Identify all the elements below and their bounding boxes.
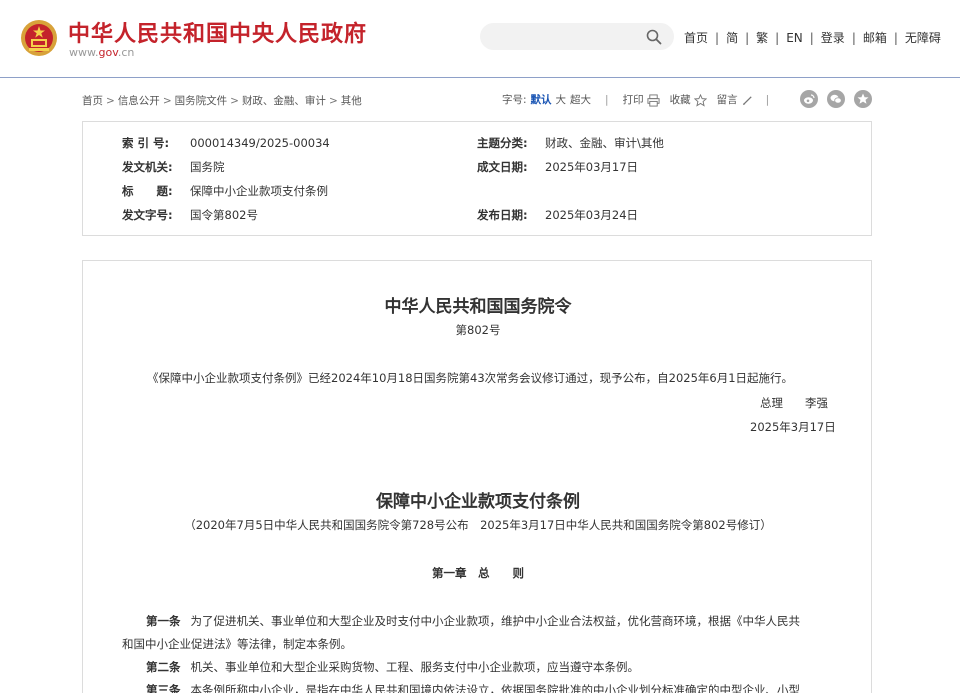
favorite-button[interactable]: 收藏 bbox=[670, 92, 707, 107]
weibo-share-icon[interactable] bbox=[800, 90, 818, 108]
nav-traditional[interactable]: 繁 bbox=[756, 31, 768, 45]
article-3-label: 第三条 bbox=[146, 683, 181, 693]
meta-title-value: 保障中小企业款项支付条例 bbox=[190, 184, 328, 198]
comment-button[interactable]: 留言 bbox=[717, 92, 754, 107]
meta-index-label: 索 引 号: bbox=[122, 136, 170, 150]
national-emblem-icon[interactable] bbox=[20, 18, 58, 58]
document-body: 中华人民共和国国务院令 第802号 《保障中小企业款项支付条例》已经2024年1… bbox=[82, 260, 872, 693]
site-title[interactable]: 中华人民共和国中央人民政府 bbox=[68, 16, 367, 48]
article-3-text: 本条例所称中小企业，是指在中华人民共和国境内依法设立，依据国务院批准的中小企业划… bbox=[190, 683, 801, 693]
page-tools: 字号: 默认 大 超大 | 打印 收藏 留言 | bbox=[502, 92, 777, 107]
order-number: 第802号 bbox=[455, 323, 501, 337]
article-1-label: 第一条 bbox=[146, 614, 181, 628]
printer-icon bbox=[647, 93, 660, 107]
meta-published-label: 发布日期: bbox=[477, 208, 528, 222]
nav-divider: | bbox=[775, 31, 780, 45]
meta-issuer-value: 国务院 bbox=[190, 160, 225, 174]
order-title: 中华人民共和国国务院令 bbox=[384, 297, 572, 317]
meta-created-label: 成文日期: bbox=[477, 160, 528, 174]
site-header: 中华人民共和国中央人民政府 www.gov.cn 首页 | 简 | 繁 | EN | 登录 | 邮箱… bbox=[0, 0, 960, 78]
breadcrumb-other[interactable]: 其他 bbox=[341, 95, 362, 107]
signer: 总理 李强 bbox=[760, 395, 828, 411]
meta-title: 标 题: 保障中小企业款项支付条例 bbox=[122, 183, 328, 199]
site-url: www.gov.cn bbox=[69, 46, 134, 59]
sign-date: 2025年3月17日 bbox=[750, 420, 836, 434]
regulation-title: 保障中小企业款项支付条例 bbox=[376, 492, 580, 512]
meta-index-value: 000014349/2025-00034 bbox=[190, 136, 330, 150]
meta-topic: 主题分类: 财政、金融、审计\其他 bbox=[477, 135, 664, 151]
font-size-large[interactable]: 大 bbox=[556, 92, 567, 107]
document-metadata: 索 引 号: 000014349/2025-00034 主题分类: 财政、金融、审计… bbox=[82, 121, 872, 236]
url-prefix: www. bbox=[69, 46, 99, 59]
meta-docno: 发文字号: 国令第802号 bbox=[122, 207, 258, 223]
url-brand: gov bbox=[98, 46, 118, 59]
wechat-share-icon[interactable] bbox=[827, 90, 845, 108]
breadcrumb-finance[interactable]: 财政、金融、审计 bbox=[242, 95, 326, 107]
font-size-default[interactable]: 默认 bbox=[531, 92, 552, 107]
nav-divider: | bbox=[893, 31, 898, 45]
url-suffix: .cn bbox=[117, 46, 135, 59]
tools-divider: | bbox=[605, 93, 609, 106]
tools-divider: | bbox=[765, 93, 770, 106]
nav-divider: | bbox=[851, 31, 856, 45]
announcement: 《保障中小企业款项支付条例》已经2024年10月18日国务院第43次常务会议修订… bbox=[147, 371, 794, 385]
print-label: 打印 bbox=[622, 94, 644, 106]
nav-divider: | bbox=[809, 31, 814, 45]
font-size-label: 字号: bbox=[502, 94, 527, 106]
article-3: 第三条 本条例所称中小企业，是指在中华人民共和国境内依法设立，依据国务院批准的中小… bbox=[146, 682, 800, 693]
article-2-text: 机关、事业单位和大型企业采购货物、工程、服务支付中小企业款项，应当遵守本条例。 bbox=[190, 660, 640, 674]
signer-title: 总理 bbox=[760, 396, 783, 410]
print-button[interactable]: 打印 bbox=[623, 92, 660, 107]
nav-divider: | bbox=[715, 31, 720, 45]
nav-simplified[interactable]: 简 bbox=[726, 31, 738, 45]
article-1-text: 为了促进机关、事业单位和大型企业及时支付中小企业款项，维护中小企业合法权益，优化… bbox=[190, 614, 801, 628]
breadcrumb-info-public[interactable]: 信息公开 bbox=[118, 95, 160, 107]
star-icon bbox=[693, 93, 707, 107]
article-2-label: 第二条 bbox=[146, 660, 181, 674]
meta-published: 发布日期: 2025年03月24日 bbox=[477, 207, 638, 223]
favorite-share-icon[interactable] bbox=[854, 90, 872, 108]
chapter-heading: 第一章 总 则 bbox=[432, 566, 524, 580]
meta-published-value: 2025年03月24日 bbox=[545, 208, 639, 222]
nav-home[interactable]: 首页 bbox=[684, 31, 708, 45]
pencil-icon bbox=[742, 95, 752, 105]
article-2: 第二条 机关、事业单位和大型企业采购货物、工程、服务支付中小企业款项，应当遵守本条… bbox=[146, 659, 639, 675]
meta-topic-value: 财政、金融、审计\其他 bbox=[545, 136, 664, 150]
nav-login[interactable]: 登录 bbox=[821, 31, 845, 45]
breadcrumb-state-council-docs[interactable]: 国务院文件 bbox=[175, 95, 228, 107]
breadcrumb-home[interactable]: 首页 bbox=[82, 95, 103, 107]
meta-docno-value: 国令第802号 bbox=[190, 208, 258, 222]
nav-divider: | bbox=[745, 31, 750, 45]
favorite-label: 收藏 bbox=[669, 94, 691, 106]
search-input[interactable] bbox=[480, 23, 674, 50]
breadcrumb-separator: > bbox=[328, 95, 338, 107]
article-1-continued: 和国中小企业促进法》等法律，制定本条例。 bbox=[122, 637, 352, 651]
nav-accessibility[interactable]: 无障碍 bbox=[905, 31, 941, 45]
meta-index: 索 引 号: 000014349/2025-00034 bbox=[122, 135, 330, 151]
signer-name: 李强 bbox=[805, 396, 828, 410]
breadcrumb: 首页 > 信息公开 > 国务院文件 > 财政、金融、审计 > 其他 bbox=[82, 93, 362, 108]
nav-english[interactable]: EN bbox=[786, 31, 803, 45]
regulation-history: （2020年7月5日中华人民共和国国务院令第728号公布 2025年3月17日中… bbox=[184, 518, 772, 532]
top-nav: 首页 | 简 | 繁 | EN | 登录 | 邮箱 | 无障碍 bbox=[684, 29, 941, 46]
meta-docno-label: 发文字号: bbox=[122, 208, 173, 222]
meta-issuer-label: 发文机关: bbox=[122, 160, 173, 174]
nav-mailbox[interactable]: 邮箱 bbox=[863, 31, 887, 45]
meta-topic-label: 主题分类: bbox=[477, 136, 528, 150]
breadcrumb-separator: > bbox=[230, 95, 239, 107]
breadcrumb-separator: > bbox=[162, 95, 172, 107]
meta-created: 成文日期: 2025年03月17日 bbox=[477, 159, 638, 175]
font-size-xlarge[interactable]: 超大 bbox=[570, 92, 591, 107]
search-icon[interactable] bbox=[646, 29, 662, 45]
meta-created-value: 2025年03月17日 bbox=[545, 160, 639, 174]
meta-title-label: 标 题: bbox=[122, 184, 173, 198]
meta-issuer: 发文机关: 国务院 bbox=[122, 159, 225, 175]
article-1: 第一条 为了促进机关、事业单位和大型企业及时支付中小企业款项，维护中小企业合法权益… bbox=[146, 613, 800, 629]
breadcrumb-separator: > bbox=[106, 95, 115, 107]
comment-label: 留言 bbox=[716, 94, 738, 106]
